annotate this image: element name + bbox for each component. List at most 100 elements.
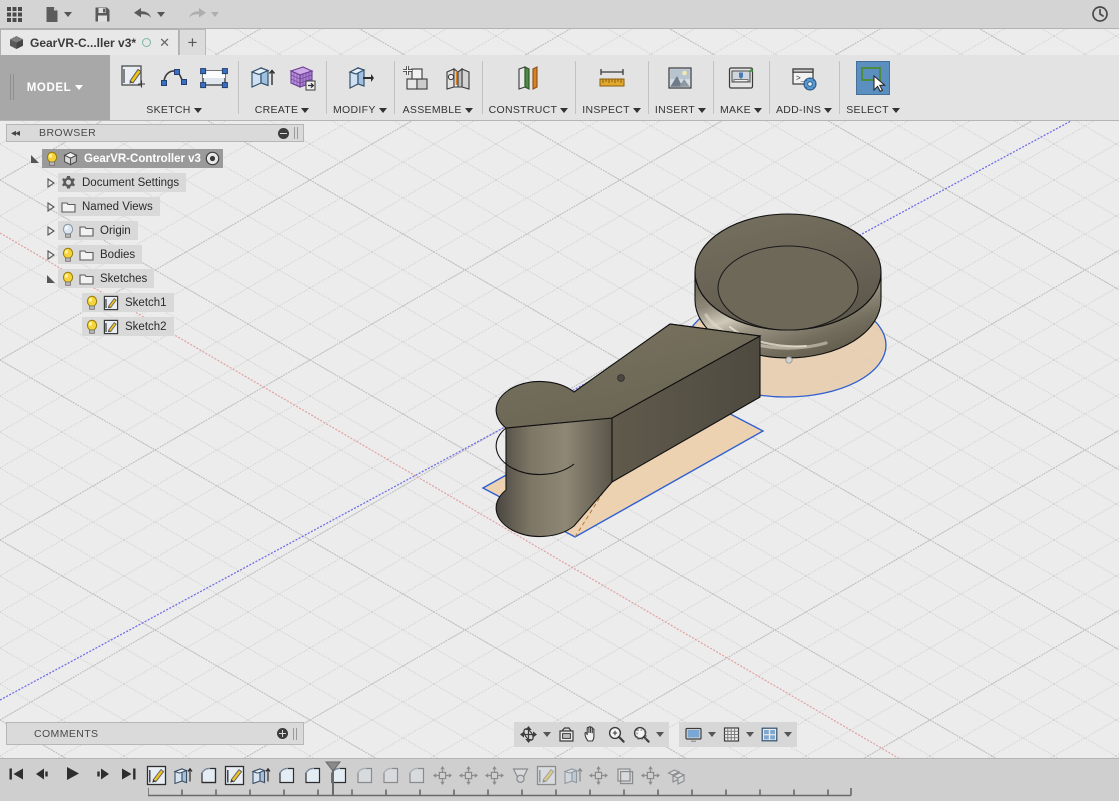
orbit-button[interactable] xyxy=(517,723,553,746)
timeline-feature-move[interactable] xyxy=(429,762,455,788)
go-to-end-button[interactable] xyxy=(120,766,137,782)
expander-expanded-icon[interactable] xyxy=(28,149,42,168)
mesh-icon[interactable] xyxy=(285,61,319,95)
zoom-window-caret-icon[interactable] xyxy=(656,732,664,737)
new-document-button[interactable] xyxy=(39,0,78,28)
timeline-track[interactable] xyxy=(148,787,858,797)
tree-row-origin[interactable]: Origin xyxy=(6,220,304,241)
browser-header[interactable]: ◂◂ BROWSER xyxy=(6,124,304,142)
scripts-addins-icon[interactable]: >_ xyxy=(787,61,821,95)
timeline-feature-fillet[interactable] xyxy=(273,762,299,788)
document-tab[interactable]: GearVR-C...ller v3* ✕ xyxy=(0,29,179,55)
ribbon-panel-create[interactable]: CREATE xyxy=(238,55,326,120)
tree-item-named-views[interactable]: Named Views xyxy=(58,197,160,216)
timeline-feature-shell[interactable] xyxy=(611,762,637,788)
chevron-down-icon[interactable] xyxy=(891,107,900,113)
tree-item-sketch1[interactable]: Sketch1 xyxy=(82,293,174,312)
ribbon-panel-insert[interactable]: INSERT xyxy=(647,55,713,120)
offset-plane-icon[interactable] xyxy=(511,61,545,95)
3d-print-icon[interactable] xyxy=(724,61,758,95)
tree-item-origin[interactable]: Origin xyxy=(58,221,138,240)
timeline-feature-fillet[interactable] xyxy=(377,762,403,788)
undo-button[interactable] xyxy=(127,0,171,28)
zoom-button[interactable] xyxy=(605,723,628,746)
ribbon-panel-select[interactable]: SELECT xyxy=(839,55,907,120)
step-forward-button[interactable] xyxy=(91,766,110,782)
ribbon-panel-assemble[interactable]: ASSEMBLE xyxy=(393,55,482,120)
recent-documents-button[interactable] xyxy=(1091,0,1109,28)
ribbon-panel-label-make[interactable]: MAKE xyxy=(720,104,762,118)
light-bulb-icon[interactable] xyxy=(61,223,75,239)
timeline-features[interactable] xyxy=(143,762,689,788)
timeline-feature-sketch[interactable] xyxy=(221,762,247,788)
close-icon[interactable]: ✕ xyxy=(157,36,172,49)
tree-row-sketch2[interactable]: Sketch2 xyxy=(6,316,304,337)
tree-item-document-settings[interactable]: Document Settings xyxy=(58,173,187,192)
timeline-feature-extrude[interactable] xyxy=(247,762,273,788)
ribbon-panel-label-select[interactable]: SELECT xyxy=(846,104,900,118)
grid-snaps-button[interactable] xyxy=(720,723,756,746)
joint-icon[interactable] xyxy=(441,61,475,95)
chevron-down-icon[interactable] xyxy=(301,107,310,113)
view-navigation-bar[interactable] xyxy=(514,721,797,748)
timeline-marker[interactable] xyxy=(325,761,341,795)
ribbon-panel-label-sketch[interactable]: SKETCH xyxy=(146,104,202,118)
timeline-feature-fillet[interactable] xyxy=(299,762,325,788)
timeline-feature-fillet[interactable] xyxy=(195,762,221,788)
chevron-down-icon[interactable] xyxy=(193,107,202,113)
new-document-caret-icon[interactable] xyxy=(64,11,72,17)
light-bulb-icon[interactable] xyxy=(85,295,99,311)
spline-icon[interactable] xyxy=(157,61,191,95)
timeline-playback-controls[interactable] xyxy=(8,765,137,782)
browser-panel[interactable]: ◂◂ BROWSER GearVR-Controller v3 Document… xyxy=(6,124,304,340)
viewports-button[interactable] xyxy=(758,723,794,746)
ribbon-panel-construct[interactable]: CONSTRUCT xyxy=(481,55,576,120)
collapse-browser-icon[interactable]: ◂◂ xyxy=(11,128,20,139)
light-bulb-icon[interactable] xyxy=(61,247,75,263)
tree-item-sketches[interactable]: Sketches xyxy=(58,269,155,288)
ribbon-panel-label-construct[interactable]: CONSTRUCT xyxy=(489,104,569,118)
timeline-feature-extrude[interactable] xyxy=(169,762,195,788)
browser-tree[interactable]: GearVR-Controller v3 Document Settings N… xyxy=(6,148,304,337)
chevron-down-icon[interactable] xyxy=(824,107,833,113)
timeline-feature-move[interactable] xyxy=(637,762,663,788)
timeline-bar[interactable] xyxy=(0,758,1119,801)
navbar-group-display[interactable] xyxy=(679,722,797,747)
ribbon-panel-sketch[interactable]: SKETCH xyxy=(110,55,238,120)
timeline-feature-move[interactable] xyxy=(585,762,611,788)
ribbon-panel-inspect[interactable]: INSPECT xyxy=(575,55,648,120)
press-pull-icon[interactable] xyxy=(343,61,377,95)
ribbon-panel-make[interactable]: MAKE xyxy=(713,55,769,120)
ribbon-toolbar[interactable]: MODEL SKETCH CREATE MODIFY ASSEMBLE CONS… xyxy=(0,55,1119,121)
save-button[interactable] xyxy=(88,0,117,28)
look-at-button[interactable] xyxy=(555,723,578,746)
ribbon-panel-addins[interactable]: >_ ADD-INS xyxy=(768,55,839,120)
chevron-down-icon[interactable] xyxy=(698,107,706,113)
light-bulb-icon[interactable] xyxy=(45,151,59,167)
step-back-button[interactable] xyxy=(35,766,54,782)
extrude-icon[interactable] xyxy=(245,61,279,95)
tree-row-bodies[interactable]: Bodies xyxy=(6,244,304,265)
select-window-icon[interactable] xyxy=(856,61,891,95)
chevron-down-icon[interactable] xyxy=(753,107,762,113)
new-tab-button[interactable]: + xyxy=(178,29,206,55)
timeline-feature-fillet[interactable] xyxy=(351,762,377,788)
expander-collapsed-icon[interactable] xyxy=(44,197,58,216)
tree-row-sketches[interactable]: Sketches xyxy=(6,268,304,289)
tree-item-gearvr-controller-v3[interactable]: GearVR-Controller v3 xyxy=(42,149,223,168)
orbit-caret-icon[interactable] xyxy=(543,732,551,737)
timeline-feature-fillet[interactable] xyxy=(403,762,429,788)
tree-item-sketch2[interactable]: Sketch2 xyxy=(82,317,174,336)
undo-caret-icon[interactable] xyxy=(157,11,165,17)
tree-row-sketch1[interactable]: Sketch1 xyxy=(6,292,304,313)
rectangle-icon[interactable] xyxy=(197,61,231,95)
grip-icon[interactable] xyxy=(293,727,298,740)
comments-panel-header[interactable]: COMMENTS xyxy=(6,722,304,745)
chevron-down-icon[interactable] xyxy=(378,107,387,113)
chevron-down-icon[interactable] xyxy=(464,107,473,113)
display-settings-caret-icon[interactable] xyxy=(708,732,716,737)
new-component-icon[interactable] xyxy=(401,61,435,95)
ribbon-panel-label-modify[interactable]: MODIFY xyxy=(333,104,387,118)
expander-collapsed-icon[interactable] xyxy=(44,221,58,240)
application-toolbar[interactable] xyxy=(0,0,1119,29)
